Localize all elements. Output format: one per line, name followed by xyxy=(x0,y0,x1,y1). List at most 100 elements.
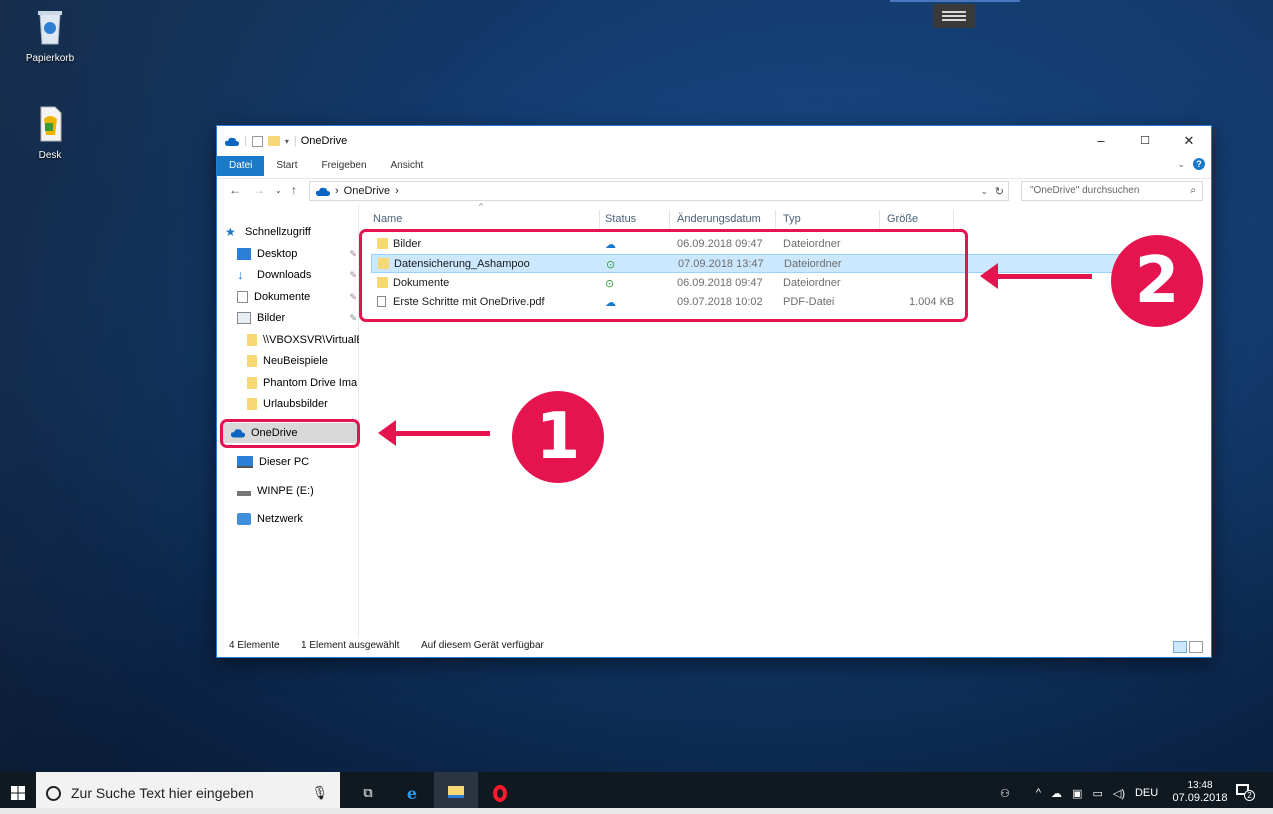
expand-ribbon-icon[interactable]: ⌄ xyxy=(1177,159,1185,170)
nav-this-pc[interactable]: Dieser PC xyxy=(237,452,359,472)
search-icon: ⌕ xyxy=(1190,185,1196,196)
forward-arrow-icon[interactable]: → xyxy=(253,183,265,197)
folder-icon xyxy=(247,355,257,367)
taskbar-search-placeholder: Zur Suche Text hier eingeben xyxy=(71,785,254,801)
pin-icon: ✎ xyxy=(349,312,357,323)
clock-date: 07.09.2018 xyxy=(1172,792,1228,804)
onedrive-icon xyxy=(225,137,239,146)
nav-pictures[interactable]: Bilder ✎ xyxy=(237,308,359,328)
selected-count: 1 Element ausgewählt xyxy=(301,640,400,651)
download-icon: ↓ xyxy=(237,267,244,282)
ribbon-tabs: Datei Start Freigeben Ansicht ⌄ ? xyxy=(217,156,1211,176)
show-hidden-icons-icon[interactable]: ^ xyxy=(1036,787,1041,799)
computer-icon xyxy=(237,456,253,468)
address-bar[interactable]: › OneDrive › ⌄ ↻ xyxy=(309,181,1009,201)
tab-share[interactable]: Freigeben xyxy=(309,156,378,176)
windows-logo-icon xyxy=(11,786,25,800)
window-title: OneDrive xyxy=(300,135,348,147)
nav-neubeispiele[interactable]: NeuBeispiele xyxy=(247,351,359,371)
highlight-onedrive-nav xyxy=(220,419,360,448)
address-dropdown-icon[interactable]: ⌄ xyxy=(980,186,988,197)
tab-file[interactable]: Datei xyxy=(217,156,265,176)
column-date[interactable]: Änderungsdatum xyxy=(677,213,761,225)
taskbar-clock[interactable]: 13:48 07.09.2018 xyxy=(1168,779,1232,805)
nav-urlaubsbilder[interactable]: Urlaubsbilder xyxy=(247,394,359,414)
properties-icon[interactable] xyxy=(251,135,263,147)
nav-label: \\VBOXSVR\VirtualE xyxy=(263,334,359,346)
details-view-button[interactable] xyxy=(1173,641,1187,653)
people-icon[interactable]: ⚇ xyxy=(1000,787,1010,800)
nav-label: Downloads xyxy=(257,269,312,281)
nav-downloads[interactable]: ↓ Downloads ✎ xyxy=(237,265,359,285)
breadcrumb-separator[interactable]: › xyxy=(335,185,339,197)
vm-menu-handle[interactable] xyxy=(933,4,975,28)
microphone-icon[interactable]: 🎙 xyxy=(311,785,328,801)
quick-access-toolbar: | ▾ | xyxy=(217,135,297,147)
desktop-icon-label: Desk xyxy=(38,150,62,161)
column-name[interactable]: Name xyxy=(373,213,402,225)
search-input[interactable]: "OneDrive" durchsuchen ⌕ xyxy=(1021,181,1203,201)
column-headers: Name Status Änderungsdatum Typ Größe xyxy=(367,210,1167,230)
maximize-button[interactable]: ☐ xyxy=(1123,126,1167,156)
cortana-icon xyxy=(46,785,61,801)
file-shortcut-icon xyxy=(40,106,62,142)
network-icon xyxy=(237,513,251,525)
nav-documents[interactable]: Dokumente ✎ xyxy=(237,287,359,307)
refresh-icon[interactable]: ↻ xyxy=(995,185,1004,198)
close-button[interactable]: ✕ xyxy=(1167,126,1211,156)
nav-label: Desktop xyxy=(257,248,298,260)
pin-icon: ✎ xyxy=(349,291,357,302)
breadcrumb-onedrive[interactable]: OneDrive xyxy=(344,185,390,197)
minimize-button[interactable]: – xyxy=(1079,126,1123,156)
new-folder-icon[interactable] xyxy=(267,136,280,146)
nav-label: Dokumente xyxy=(254,291,311,303)
nav-label: Dieser PC xyxy=(259,456,310,468)
help-icon[interactable]: ? xyxy=(1193,158,1205,170)
tab-view[interactable]: Ansicht xyxy=(379,156,436,176)
annotation-badge-2: 2 xyxy=(1111,235,1203,327)
nav-network[interactable]: Netzwerk xyxy=(237,509,359,529)
drive-icon xyxy=(237,490,251,496)
annotation-badge-1: 1 xyxy=(512,391,604,483)
action-center-button[interactable]: 2 xyxy=(1236,784,1255,801)
recent-locations-icon[interactable]: ⌄ xyxy=(275,186,282,195)
pin-icon: ✎ xyxy=(349,269,357,280)
network-tray-icon[interactable]: ▣ xyxy=(1072,787,1082,800)
nav-phantom-drive[interactable]: Phantom Drive Ima xyxy=(247,373,359,393)
star-icon: ★ xyxy=(225,225,236,239)
desktop-icon-recycle-bin[interactable]: Papierkorb xyxy=(15,8,85,64)
large-icons-view-button[interactable] xyxy=(1189,641,1203,653)
onedrive-tray-icon[interactable]: ☁ xyxy=(1051,787,1062,800)
folder-icon xyxy=(247,398,257,410)
breadcrumb-separator[interactable]: › xyxy=(395,185,399,197)
language-indicator[interactable]: DEU xyxy=(1135,787,1158,799)
nav-quick-access[interactable]: ★ Schnellzugriff xyxy=(225,222,355,242)
desktop-icon-desk[interactable]: Desk xyxy=(15,105,85,161)
status-bar: 4 Elemente 1 Element ausgewählt Auf dies… xyxy=(217,635,1211,657)
column-status[interactable]: Status xyxy=(605,213,636,225)
display-tray-icon[interactable]: ▭ xyxy=(1092,787,1102,800)
annotation-arrow-1 xyxy=(378,420,490,446)
screen-bottom-edge xyxy=(0,808,1273,814)
annotation-arrow-2 xyxy=(980,263,1092,289)
column-type[interactable]: Typ xyxy=(783,213,801,225)
nav-drive-e[interactable]: WINPE (E:) xyxy=(237,481,359,501)
nav-desktop[interactable]: Desktop ✎ xyxy=(237,244,359,264)
nav-label: Schnellzugriff xyxy=(245,226,311,238)
pictures-icon xyxy=(237,312,251,324)
tab-start[interactable]: Start xyxy=(264,156,309,176)
onedrive-icon xyxy=(316,187,330,196)
recycle-bin-icon xyxy=(38,11,62,45)
up-arrow-icon[interactable]: ↑ xyxy=(291,183,297,197)
customize-toolbar-icon[interactable]: ▾ xyxy=(285,137,289,146)
nav-network-share[interactable]: \\VBOXSVR\VirtualE xyxy=(247,330,359,350)
title-bar: | ▾ | OneDrive – ☐ ✕ xyxy=(217,126,1211,156)
highlight-file-list xyxy=(359,229,968,322)
item-count: 4 Elemente xyxy=(229,640,280,651)
column-size[interactable]: Größe xyxy=(887,213,918,225)
nav-label: Phantom Drive Ima xyxy=(263,377,358,389)
volume-icon[interactable]: ◁) xyxy=(1113,787,1125,800)
back-arrow-icon[interactable]: ← xyxy=(229,183,241,197)
documents-icon xyxy=(237,291,248,303)
availability-status: Auf diesem Gerät verfügbar xyxy=(421,640,544,651)
